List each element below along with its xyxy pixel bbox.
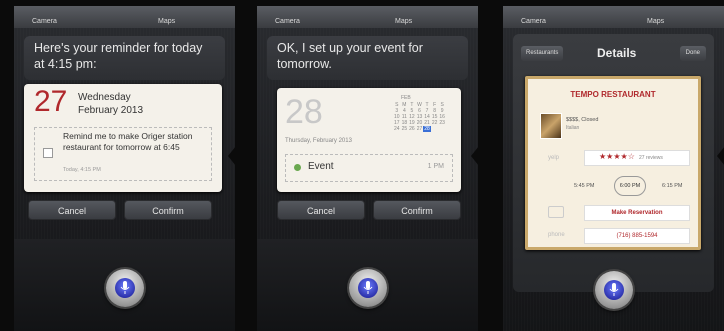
cal-day-cell: 23 bbox=[439, 120, 445, 126]
done-button[interactable]: Done bbox=[679, 46, 706, 61]
make-reservation-button[interactable]: Make Reservation bbox=[584, 205, 690, 221]
event-card[interactable]: 28 Thursday, February 2013 FEB SMTWTFS 3… bbox=[277, 88, 461, 192]
cancel-button[interactable]: Cancel bbox=[28, 200, 116, 220]
reminder-item[interactable]: Remind me to make Origer station restaur… bbox=[34, 127, 212, 181]
siri-mic-button[interactable] bbox=[105, 269, 144, 307]
event-dot-icon bbox=[294, 164, 301, 171]
restaurant-price-status: $$$$, Closed bbox=[566, 117, 599, 123]
restaurant-cuisine: Italian bbox=[566, 125, 580, 131]
reminder-text: Remind me to make Origer station restaur… bbox=[63, 131, 193, 152]
details-title: Details bbox=[597, 46, 637, 60]
event-row[interactable]: Event 1 PM bbox=[285, 154, 453, 182]
reminder-day: 27 bbox=[34, 85, 68, 118]
maps-app-label: Maps bbox=[647, 18, 665, 25]
phone-number[interactable]: (716) 885-1594 bbox=[584, 228, 690, 244]
time-slot-2[interactable]: 6:00 PM bbox=[614, 176, 646, 196]
cal-day-cell: 22 bbox=[431, 120, 438, 126]
siri-mic-button[interactable] bbox=[348, 269, 387, 307]
microphone-icon bbox=[120, 281, 129, 294]
cal-day-cell bbox=[431, 126, 439, 132]
rating-stars: ★★★★☆ bbox=[599, 152, 635, 161]
siri-response-bubble: OK, I set up your event for tomorrow. bbox=[267, 36, 468, 80]
phone-label: phone bbox=[548, 232, 565, 238]
event-name: Event bbox=[308, 161, 334, 172]
restaurants-back-button[interactable]: Restaurants bbox=[521, 46, 564, 61]
restaurant-card[interactable]: TEMPO RESTAURANT $$$$, Closed Italian ye… bbox=[525, 76, 701, 250]
siri-response-bubble: Here's your reminder for today at 4:15 p… bbox=[24, 36, 225, 80]
siri-mic-button[interactable] bbox=[594, 271, 633, 309]
event-day: 28 bbox=[285, 93, 323, 131]
confirm-button[interactable]: Confirm bbox=[124, 200, 212, 220]
cal-day-cell bbox=[438, 126, 446, 132]
cancel-button[interactable]: Cancel bbox=[277, 200, 365, 220]
review-count: 27 reviews bbox=[639, 155, 663, 161]
panel-arrow bbox=[471, 146, 478, 166]
siri-panel-restaurant: Camera Maps Restaurants Details Done TEM… bbox=[503, 6, 724, 331]
rating-box[interactable]: ★★★★☆ 27 reviews bbox=[584, 150, 690, 166]
cal-day-cell: 28 bbox=[423, 126, 431, 132]
reminder-month-year: February 2013 bbox=[78, 105, 144, 116]
event-date-line: Thursday, February 2013 bbox=[285, 138, 352, 144]
restaurant-photo bbox=[540, 113, 562, 139]
panel-arrow bbox=[717, 146, 724, 166]
reminder-time: Today, 4:15 PM bbox=[63, 167, 101, 173]
microphone-icon bbox=[609, 283, 618, 296]
panel-arrow bbox=[228, 146, 235, 166]
camera-app-label: Camera bbox=[521, 18, 546, 25]
time-slot-3[interactable]: 6:15 PM bbox=[662, 183, 682, 189]
mini-calendar: SMTWTFS 3 4 5 6 7 8 9 10 11 12 13 14 15 16 17 18 19 20 21 2… bbox=[393, 102, 446, 132]
camera-app-label: Camera bbox=[32, 18, 57, 25]
cal-day-cell: 25 bbox=[401, 126, 408, 132]
event-time: 1 PM bbox=[427, 163, 444, 170]
mini-month-label: FEB bbox=[401, 95, 411, 101]
microphone-icon bbox=[363, 281, 372, 294]
reminder-checkbox[interactable] bbox=[43, 148, 53, 158]
siri-panel-event: Camera Maps OK, I set up your event for … bbox=[257, 6, 478, 331]
reservation-icon bbox=[548, 206, 564, 218]
time-slot-1[interactable]: 5:45 PM bbox=[574, 183, 594, 189]
confirm-button[interactable]: Confirm bbox=[373, 200, 461, 220]
maps-app-label: Maps bbox=[395, 18, 413, 25]
restaurant-name: TEMPO RESTAURANT bbox=[570, 90, 656, 99]
cal-day-cell: 27 bbox=[416, 126, 423, 132]
cal-day-cell: 24 bbox=[394, 126, 400, 132]
camera-app-label: Camera bbox=[275, 18, 300, 25]
reminder-weekday: Wednesday bbox=[78, 92, 131, 103]
maps-app-label: Maps bbox=[158, 18, 176, 25]
reminder-card[interactable]: 27 Wednesday February 2013 Remind me to … bbox=[24, 84, 222, 192]
yelp-label: yelp bbox=[548, 155, 560, 161]
siri-panel-reminder: Camera Maps Here's your reminder for tod… bbox=[14, 6, 235, 331]
cal-day-cell: 26 bbox=[409, 126, 415, 132]
